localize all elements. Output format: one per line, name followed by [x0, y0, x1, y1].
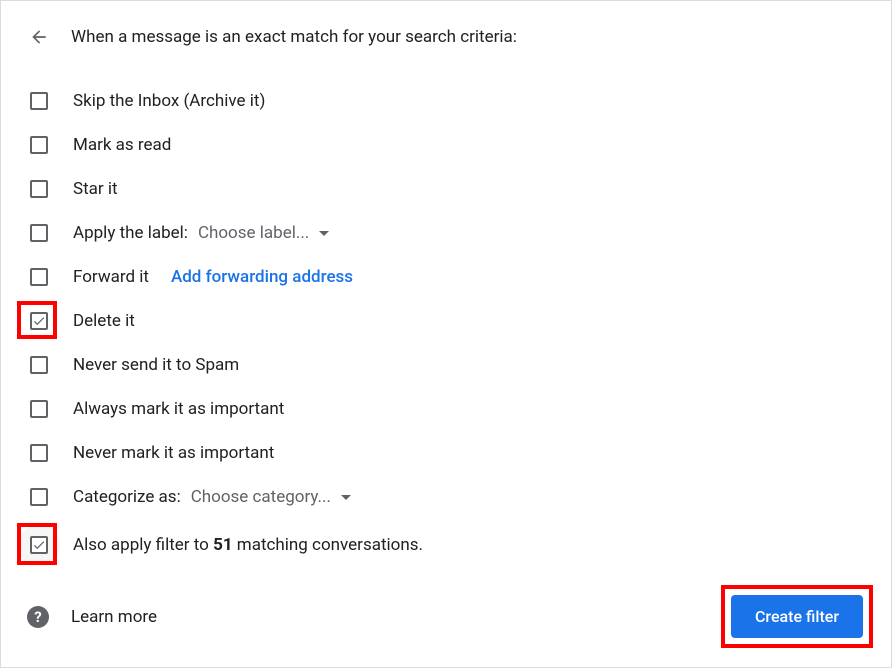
chevron-down-icon	[341, 495, 351, 500]
option-always-important: Always mark it as important	[27, 387, 863, 431]
label-forward-it: Forward it Add forwarding address	[73, 267, 353, 287]
apply-label-dropdown[interactable]: Choose label...	[198, 223, 329, 243]
categorize-dropdown-text: Choose category...	[191, 487, 331, 507]
label-also-apply: Also apply filter to 51 matching convers…	[73, 535, 423, 555]
label-star-it: Star it	[73, 179, 118, 199]
option-star-it: Star it	[27, 167, 863, 211]
label-delete-it: Delete it	[73, 311, 135, 331]
checkbox-apply-label[interactable]	[30, 224, 48, 242]
label-categorize: Categorize as: Choose category...	[73, 487, 351, 507]
label-apply-label: Apply the label: Choose label...	[73, 223, 329, 243]
option-forward-it: Forward it Add forwarding address	[27, 255, 863, 299]
label-never-spam: Never send it to Spam	[73, 355, 239, 375]
checkbox-skip-inbox[interactable]	[30, 92, 48, 110]
categorize-dropdown[interactable]: Choose category...	[191, 487, 351, 507]
also-apply-count: 51	[213, 535, 233, 555]
create-filter-button[interactable]: Create filter	[731, 595, 863, 638]
also-apply-suffix: matching conversations.	[233, 535, 423, 555]
option-also-apply: Also apply filter to 51 matching convers…	[27, 523, 863, 567]
label-never-important: Never mark it as important	[73, 443, 274, 463]
option-mark-read: Mark as read	[27, 123, 863, 167]
label-skip-inbox: Skip the Inbox (Archive it)	[73, 91, 265, 111]
filter-actions-dialog: When a message is an exact match for you…	[0, 0, 892, 668]
categorize-prefix: Categorize as:	[73, 487, 181, 507]
forward-it-text: Forward it	[73, 267, 149, 287]
label-mark-read: Mark as read	[73, 135, 171, 155]
back-arrow-icon[interactable]	[27, 25, 51, 49]
checkbox-categorize[interactable]	[30, 488, 48, 506]
learn-more-link[interactable]: Learn more	[71, 607, 157, 627]
option-never-important: Never mark it as important	[27, 431, 863, 475]
option-apply-label: Apply the label: Choose label...	[27, 211, 863, 255]
option-delete-it: Delete it	[27, 299, 863, 343]
checkbox-also-apply[interactable]	[30, 536, 48, 554]
label-always-important: Always mark it as important	[73, 399, 284, 419]
checkbox-star-it[interactable]	[30, 180, 48, 198]
checkbox-delete-it[interactable]	[30, 312, 48, 330]
apply-label-prefix: Apply the label:	[73, 223, 188, 243]
dialog-footer: ? Learn more Create filter	[27, 595, 863, 638]
dialog-header: When a message is an exact match for you…	[27, 25, 863, 49]
dialog-title: When a message is an exact match for you…	[71, 27, 517, 47]
filter-options-list: Skip the Inbox (Archive it) Mark as read…	[27, 79, 863, 567]
checkbox-forward-it[interactable]	[30, 268, 48, 286]
chevron-down-icon	[319, 231, 329, 236]
checkbox-never-important[interactable]	[30, 444, 48, 462]
option-categorize: Categorize as: Choose category...	[27, 475, 863, 519]
checkbox-never-spam[interactable]	[30, 356, 48, 374]
add-forwarding-link[interactable]: Add forwarding address	[171, 267, 353, 287]
option-skip-inbox: Skip the Inbox (Archive it)	[27, 79, 863, 123]
apply-label-dropdown-text: Choose label...	[198, 223, 309, 243]
learn-more-section: ? Learn more	[27, 606, 157, 628]
help-icon[interactable]: ?	[27, 606, 49, 628]
option-never-spam: Never send it to Spam	[27, 343, 863, 387]
checkbox-mark-read[interactable]	[30, 136, 48, 154]
checkbox-always-important[interactable]	[30, 400, 48, 418]
also-apply-prefix: Also apply filter to	[73, 535, 213, 555]
